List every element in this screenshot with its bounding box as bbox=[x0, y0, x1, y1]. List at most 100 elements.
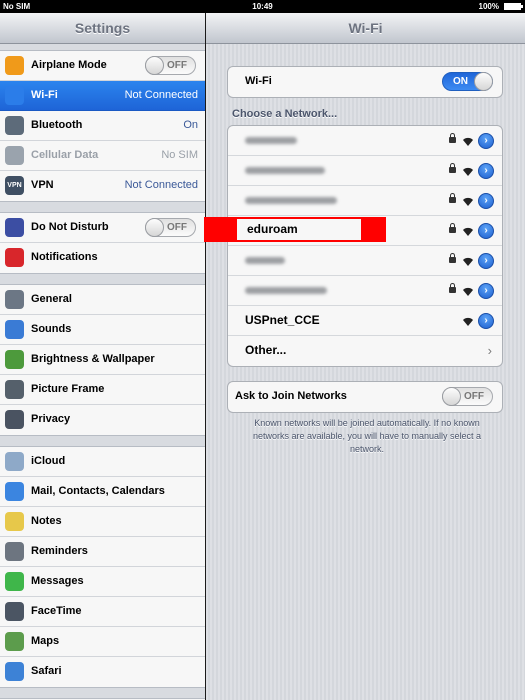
sidebar-item-safari[interactable]: Safari bbox=[0, 657, 205, 687]
lock-icon bbox=[449, 193, 456, 203]
network-row[interactable]: USPnet_CCE › bbox=[228, 306, 502, 336]
sidebar-item-label: Picture Frame bbox=[31, 383, 105, 395]
choose-network-header: Choose a Network... bbox=[232, 108, 338, 120]
sidebar-item-reminders[interactable]: Reminders bbox=[0, 537, 205, 567]
switch-state: OFF bbox=[464, 391, 484, 402]
sidebar-item-picture-frame[interactable]: Picture Frame bbox=[0, 375, 205, 405]
ask-join-switch[interactable]: OFF bbox=[442, 387, 493, 406]
network-row[interactable]: › bbox=[228, 156, 502, 186]
wifi-signal-icon bbox=[462, 194, 474, 206]
switch-knob bbox=[145, 56, 164, 75]
detail-disclosure-icon[interactable]: › bbox=[478, 283, 494, 299]
sidebar-item-label: Safari bbox=[31, 665, 62, 677]
eduroam-highlight: eduroam bbox=[204, 217, 386, 242]
detail-disclosure-icon[interactable]: › bbox=[478, 223, 494, 239]
sidebar-item-value: On bbox=[183, 119, 198, 131]
sidebar-item-label: Notifications bbox=[31, 251, 98, 263]
sidebar-item-icloud[interactable]: iCloud bbox=[0, 447, 205, 477]
sidebar-item-cellular[interactable]: Cellular Data No SIM bbox=[0, 141, 205, 171]
sidebar-item-general[interactable]: General bbox=[0, 285, 205, 315]
ask-join-row: Ask to Join Networks OFF bbox=[228, 382, 502, 412]
sidebar-item-label: Airplane Mode bbox=[31, 59, 107, 71]
settings-title: Settings bbox=[0, 13, 205, 44]
redacted-network-name bbox=[245, 257, 285, 264]
switch-state: OFF bbox=[167, 222, 187, 233]
do-not-disturb-switch[interactable]: OFF bbox=[145, 218, 196, 237]
cellular-icon bbox=[5, 146, 24, 165]
sidebar-item-wifi[interactable]: Wi-Fi Not Connected bbox=[0, 81, 205, 111]
sidebar-item-mail[interactable]: Mail, Contacts, Calendars bbox=[0, 477, 205, 507]
wifi-switch[interactable]: ON bbox=[442, 72, 493, 91]
notifications-icon bbox=[5, 248, 24, 267]
settings-group: Airplane Mode OFF Wi-Fi Not Connected Blueto… bbox=[0, 50, 205, 202]
sidebar-item-label: FaceTime bbox=[31, 605, 82, 617]
wifi-detail-pane: Wi-Fi Wi-Fi ON Choose a Network... › › › ed… bbox=[206, 13, 525, 700]
airplane-icon bbox=[5, 56, 24, 75]
detail-disclosure-icon[interactable]: › bbox=[478, 193, 494, 209]
sidebar-item-notifications[interactable]: Notifications bbox=[0, 243, 205, 273]
settings-sidebar: Settings Airplane Mode OFF Wi-Fi Not Connec… bbox=[0, 13, 205, 700]
sidebar-item-notes[interactable]: Notes bbox=[0, 507, 205, 537]
battery-icon bbox=[504, 3, 523, 10]
sidebar-item-value: Not Connected bbox=[124, 179, 198, 191]
sidebar-item-label: Do Not Disturb bbox=[31, 221, 109, 233]
clock: 10:49 bbox=[252, 2, 273, 11]
sidebar-item-maps[interactable]: Maps bbox=[0, 627, 205, 657]
sidebar-item-value: No SIM bbox=[161, 149, 198, 161]
switch-state: OFF bbox=[167, 60, 187, 71]
sidebar-item-bluetooth[interactable]: Bluetooth On bbox=[0, 111, 205, 141]
lock-icon bbox=[449, 283, 456, 293]
ask-join-label: Ask to Join Networks bbox=[235, 390, 347, 402]
redacted-network-name bbox=[245, 287, 327, 294]
sidebar-item-label: Sounds bbox=[31, 323, 72, 335]
sidebar-item-privacy[interactable]: Privacy bbox=[0, 405, 205, 435]
network-row[interactable]: › bbox=[228, 276, 502, 306]
cloud-icon bbox=[5, 452, 24, 471]
wifi-toggle-card: Wi-Fi ON bbox=[227, 66, 503, 98]
reminders-icon bbox=[5, 542, 24, 561]
sidebar-item-label: Bluetooth bbox=[31, 119, 83, 131]
settings-group: General Sounds Brightness & Wallpaper Pictu… bbox=[0, 284, 205, 436]
airplane-switch[interactable]: OFF bbox=[145, 56, 196, 75]
sidebar-item-brightness[interactable]: Brightness & Wallpaper bbox=[0, 345, 205, 375]
bluetooth-icon bbox=[5, 116, 24, 135]
mail-icon bbox=[5, 482, 24, 501]
wifi-signal-icon bbox=[462, 134, 474, 146]
sidebar-item-facetime[interactable]: FaceTime bbox=[0, 597, 205, 627]
picture-frame-icon bbox=[5, 380, 24, 399]
settings-list: Airplane Mode OFF Wi-Fi Not Connected Blueto… bbox=[0, 44, 205, 700]
detail-disclosure-icon[interactable]: › bbox=[478, 163, 494, 179]
sidebar-item-label: General bbox=[31, 293, 72, 305]
lock-icon bbox=[449, 133, 456, 143]
network-list: › › › eduroam › › › USPnet_CCE › Other... › bbox=[227, 125, 503, 367]
battery-percent: 100% bbox=[478, 2, 499, 11]
brightness-icon bbox=[5, 350, 24, 369]
sidebar-item-label: Privacy bbox=[31, 413, 71, 425]
messages-icon bbox=[5, 572, 24, 591]
ask-join-card: Ask to Join Networks OFF bbox=[227, 381, 503, 413]
sidebar-item-label: Wi-Fi bbox=[31, 89, 58, 101]
sidebar-item-label: iCloud bbox=[31, 455, 66, 467]
network-name: USPnet_CCE bbox=[245, 313, 320, 327]
network-row[interactable]: › bbox=[228, 186, 502, 216]
network-row[interactable]: › bbox=[228, 246, 502, 276]
sidebar-item-sounds[interactable]: Sounds bbox=[0, 315, 205, 345]
wifi-toggle-row: Wi-Fi ON bbox=[228, 67, 502, 97]
switch-knob bbox=[145, 218, 164, 237]
detail-disclosure-icon[interactable]: › bbox=[478, 253, 494, 269]
detail-disclosure-icon[interactable]: › bbox=[478, 133, 494, 149]
sidebar-item-label: VPN bbox=[31, 179, 54, 191]
sidebar-item-do-not-disturb[interactable]: Do Not Disturb OFF bbox=[0, 213, 205, 243]
network-row-other[interactable]: Other... › bbox=[228, 336, 502, 366]
sidebar-item-messages[interactable]: Messages bbox=[0, 567, 205, 597]
detail-disclosure-icon[interactable]: › bbox=[478, 313, 494, 329]
hand-icon bbox=[5, 410, 24, 429]
switch-knob bbox=[442, 387, 461, 406]
network-row[interactable]: › bbox=[228, 126, 502, 156]
redacted-network-name bbox=[245, 197, 337, 204]
sidebar-item-vpn[interactable]: VPN VPN Not Connected bbox=[0, 171, 205, 201]
sidebar-item-airplane[interactable]: Airplane Mode OFF bbox=[0, 51, 205, 81]
vpn-icon: VPN bbox=[5, 176, 24, 195]
wifi-signal-icon bbox=[462, 254, 474, 266]
